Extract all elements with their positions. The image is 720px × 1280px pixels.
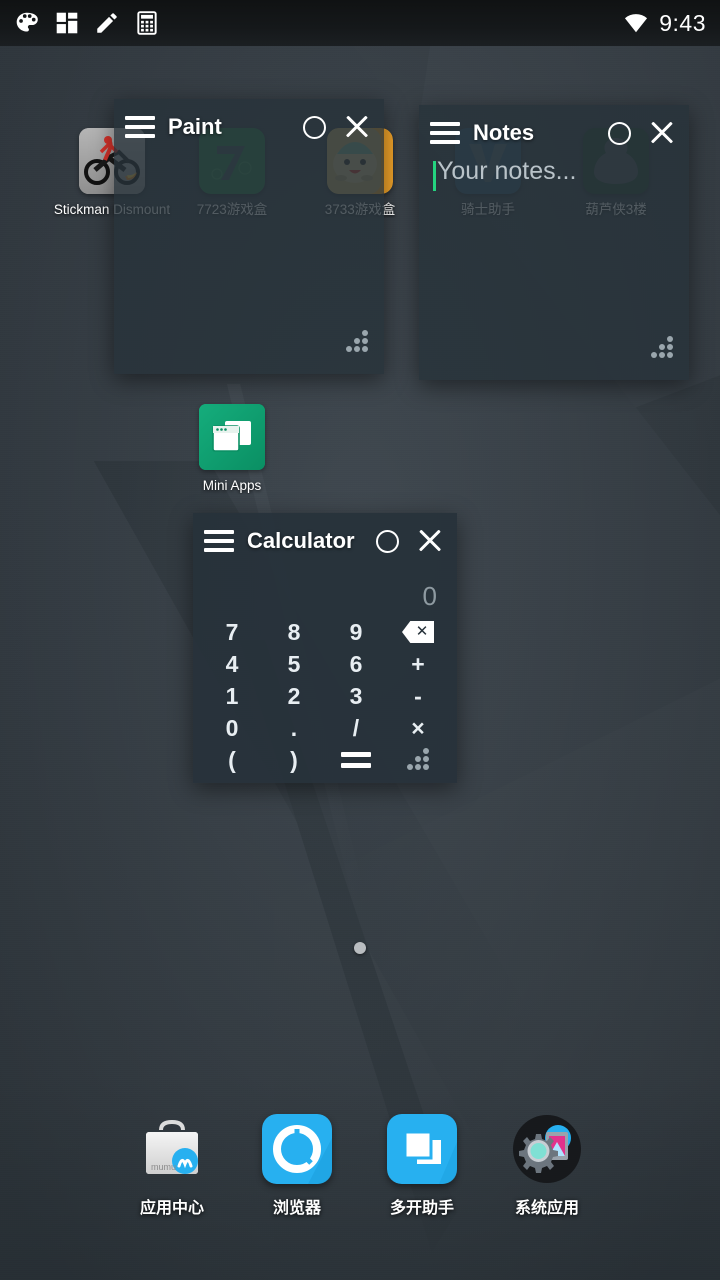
notes-placeholder: Your notes... (437, 157, 577, 185)
mini-apps-tile (199, 404, 265, 470)
dock-app-system-apps[interactable]: 系统应用 (482, 1114, 612, 1218)
dock: mumu 应用中心 浏览器 多开助手 系统应用 (0, 1100, 720, 1280)
multi-open-helper-tile (387, 1114, 457, 1184)
hamburger-menu-icon[interactable] (204, 530, 234, 552)
status-bar-time: 9:43 (659, 9, 706, 36)
dock-app-multi-open-helper[interactable]: 多开助手 (357, 1114, 487, 1218)
page-indicator-dot[interactable] (354, 942, 366, 954)
mini-apps-windows-icon (199, 404, 265, 470)
window-notes[interactable]: Notes Your notes... (419, 105, 689, 380)
window-paint[interactable]: Paint (114, 99, 384, 374)
browser-tile (262, 1114, 332, 1184)
hamburger-menu-icon[interactable] (430, 122, 460, 144)
calc-key-2[interactable]: 2 (263, 683, 325, 710)
app-center-bag-icon: mumu (146, 1119, 198, 1174)
browser-icon (262, 1114, 332, 1184)
dock-app-label: 应用中心 (139, 1200, 204, 1217)
calc-key-decimal[interactable]: . (263, 715, 325, 742)
mini-apps-icon[interactable] (54, 10, 80, 36)
minimize-circle-icon[interactable] (608, 121, 631, 145)
close-icon[interactable] (649, 120, 675, 146)
svg-text:mumu: mumu (151, 1162, 176, 1172)
hamburger-menu-icon[interactable] (125, 116, 155, 138)
window-calculator[interactable]: Calculator 0 7 8 9 ✕ 4 5 6 + 1 2 3 - 0 . (193, 513, 457, 783)
calc-key-plus[interactable]: + (387, 651, 449, 678)
wifi-icon (625, 14, 648, 33)
calc-key-9[interactable]: 9 (325, 619, 387, 646)
close-icon[interactable] (344, 114, 370, 140)
calc-key-equals[interactable] (341, 752, 371, 768)
app-label: Mini Apps (202, 478, 262, 493)
resize-handle[interactable] (344, 330, 370, 354)
backspace-x-glyph: ✕ (415, 623, 429, 640)
calc-key-6[interactable]: 6 (325, 651, 387, 678)
calc-key-1[interactable]: 1 (201, 683, 263, 710)
calc-key-8[interactable]: 8 (263, 619, 325, 646)
calc-key-7[interactable]: 7 (201, 619, 263, 646)
system-apps-tile (512, 1114, 582, 1184)
paint-canvas[interactable] (114, 155, 384, 374)
calc-key-open-paren[interactable]: ( (201, 747, 263, 774)
status-bar-left-icons (14, 10, 160, 36)
dock-app-app-center[interactable]: mumu 应用中心 (107, 1114, 237, 1218)
app-icon-mini-apps[interactable]: Mini Apps (172, 404, 292, 494)
pencil-icon[interactable] (94, 10, 120, 36)
status-bar: 9:43 (0, 0, 720, 46)
notes-title-bar[interactable]: Notes (419, 105, 689, 161)
calculator-keypad[interactable]: 7 8 9 ✕ 4 5 6 + 1 2 3 - 0 . / × ( ) (193, 616, 457, 776)
close-icon[interactable] (417, 528, 443, 554)
paint-title-bar[interactable]: Paint (114, 99, 384, 155)
status-bar-right: 9:43 (623, 10, 706, 37)
notes-window-title: Notes (473, 120, 535, 145)
minimize-circle-icon[interactable] (376, 529, 399, 553)
home-screen: Stickman Dismount 7723游戏盒 (0, 0, 720, 1280)
calculator-icon[interactable] (134, 10, 160, 36)
multi-open-helper-icon (387, 1114, 457, 1184)
calc-key-5[interactable]: 5 (263, 651, 325, 678)
calc-key-close-paren[interactable]: ) (263, 747, 325, 774)
resize-handle[interactable] (405, 748, 431, 772)
resize-handle[interactable] (649, 336, 675, 360)
calc-key-3[interactable]: 3 (325, 683, 387, 710)
calculator-window-title: Calculator (247, 528, 355, 553)
calc-key-divide[interactable]: / (325, 715, 387, 742)
dock-app-label: 多开助手 (389, 1200, 454, 1217)
paint-window-title: Paint (168, 114, 222, 139)
calculator-title-bar[interactable]: Calculator (193, 513, 457, 569)
text-caret (433, 161, 436, 191)
calc-key-backspace[interactable]: ✕ (402, 621, 434, 643)
system-apps-folder-icon (513, 1115, 581, 1183)
calc-key-multiply[interactable]: × (387, 715, 449, 742)
palette-icon[interactable] (14, 10, 40, 36)
dock-app-browser[interactable]: 浏览器 (232, 1114, 362, 1218)
calc-key-0[interactable]: 0 (201, 715, 263, 742)
app-center-tile: mumu (137, 1114, 207, 1184)
calc-key-minus[interactable]: - (387, 683, 449, 710)
calc-key-4[interactable]: 4 (201, 651, 263, 678)
dock-app-label: 系统应用 (514, 1200, 579, 1217)
minimize-circle-icon[interactable] (303, 115, 326, 139)
calculator-display: 0 (422, 581, 437, 611)
notes-text-area[interactable]: Your notes... (419, 157, 689, 380)
dock-app-label: 浏览器 (272, 1200, 321, 1217)
